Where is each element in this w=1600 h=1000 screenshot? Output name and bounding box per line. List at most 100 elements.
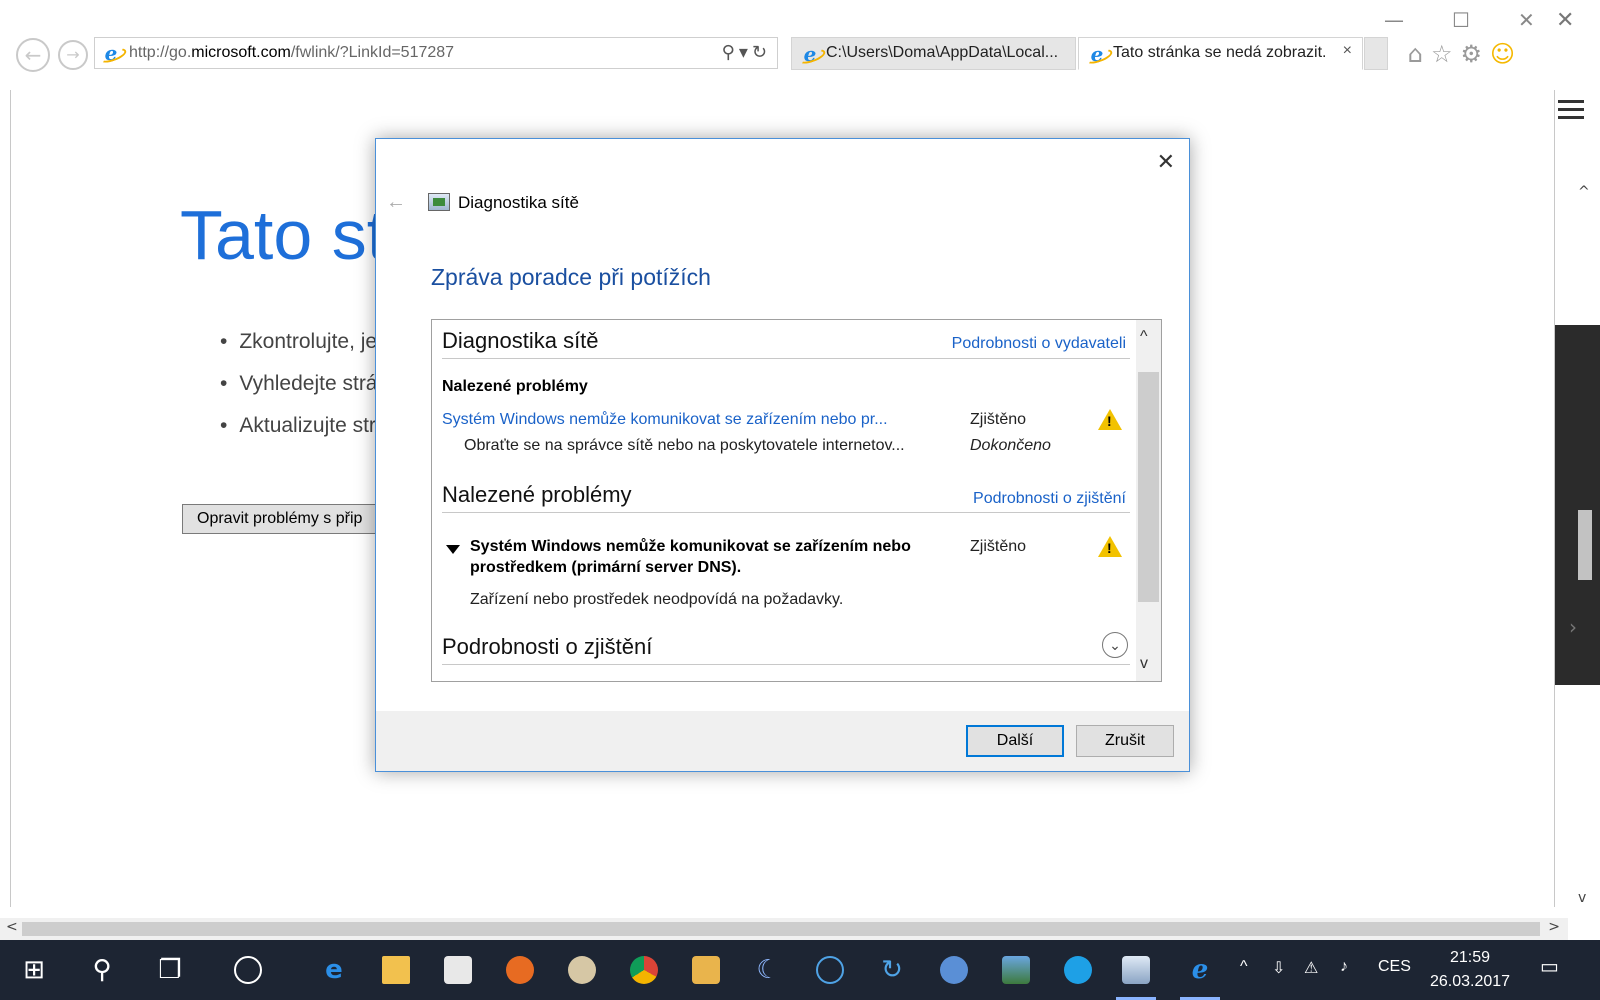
refresh-icon[interactable]: ↻: [752, 42, 771, 63]
network-warning-icon[interactable]: ⚠: [1304, 958, 1318, 978]
forward-icon[interactable]: →: [58, 40, 88, 70]
ie-tab-icon: e: [1087, 44, 1107, 64]
maximize-icon[interactable]: ☐: [1452, 8, 1470, 32]
network-diagnostics-dialog: ✕ ← Diagnostika sítě Zpráva poradce při …: [375, 138, 1190, 772]
search-icon[interactable]: ⚲: [82, 950, 122, 990]
scroll-thumb[interactable]: [1138, 372, 1159, 602]
download-icon[interactable]: ⇩: [1272, 958, 1285, 978]
issue-link[interactable]: Systém Windows nemůže komunikovat se zař…: [442, 411, 912, 429]
photos-icon[interactable]: [996, 950, 1036, 990]
scroll-up-icon[interactable]: ^: [1578, 184, 1590, 200]
search-icon[interactable]: ⚲: [722, 42, 739, 63]
taskbar: ⊞ ⚲ ❐ e ☾ ↻ e ^ ⇩ ⚠ ♪ CES 21:59 26.03.20…: [0, 940, 1600, 1000]
publisher-details-link[interactable]: Podrobnosti o vydavateli: [952, 335, 1126, 353]
paint-icon[interactable]: [562, 950, 602, 990]
suggestion-item: Vyhledejte strá: [220, 372, 377, 414]
issue-status: Zjištěno: [970, 538, 1027, 555]
expand-chevron-icon[interactable]: ⌄: [1102, 632, 1128, 658]
firefox-icon[interactable]: [500, 950, 540, 990]
issue-description: Zařízení nebo prostředek neodpovídá na p…: [470, 591, 844, 608]
scroll-up-icon[interactable]: ^: [1140, 328, 1148, 346]
section-divider: [442, 664, 1130, 665]
scroll-down-icon[interactable]: v: [1140, 655, 1148, 673]
ie-page-icon: e: [101, 43, 121, 63]
app-refresh-icon[interactable]: ↻: [872, 950, 912, 990]
suggestion-list: Zkontrolujte, je Vyhledejte strá Aktuali…: [220, 330, 377, 456]
mail-icon[interactable]: [686, 950, 726, 990]
gear-icon[interactable]: ⚙: [1460, 40, 1490, 68]
chrome-icon[interactable]: [624, 950, 664, 990]
page-title: Tato st: [180, 196, 387, 274]
ie-tab-icon: e: [800, 44, 820, 64]
issue-status: Zjištěno: [970, 411, 1027, 428]
clock-time: 21:59: [1449, 949, 1491, 966]
outer-close-icon[interactable]: ✕: [1556, 8, 1574, 33]
store-icon[interactable]: [438, 950, 478, 990]
warning-icon: !: [1098, 536, 1122, 557]
task-view-icon[interactable]: ❐: [150, 950, 190, 990]
store-tiles-icon[interactable]: [228, 950, 268, 990]
tray-chevron-icon[interactable]: ^: [1240, 958, 1248, 976]
windows-start-icon[interactable]: ⊞: [14, 950, 54, 990]
dialog-app-title: Diagnostika sítě: [458, 193, 579, 212]
section-title: Diagnostika sítě: [442, 328, 599, 353]
internet-explorer-icon[interactable]: e: [1180, 950, 1220, 1000]
troubleshooting-report: Diagnostika sítě Podrobnosti o vydavatel…: [431, 319, 1162, 682]
dialog-close-icon[interactable]: ✕: [1157, 149, 1175, 175]
dropdown-icon[interactable]: ▾: [739, 42, 752, 63]
detection-details-link[interactable]: Podrobnosti o zjištění: [973, 490, 1126, 508]
section-title: Nalezené problémy: [442, 482, 632, 507]
section-divider: [442, 512, 1130, 513]
tab-label: C:\Users\Doma\AppData\Local...: [826, 44, 1059, 61]
scroll-left-icon[interactable]: <: [6, 919, 18, 935]
address-tools[interactable]: ⚲▾↻: [722, 42, 771, 63]
page-horizontal-scrollbar[interactable]: < >: [0, 918, 1568, 940]
favorites-icon[interactable]: ☆: [1431, 40, 1461, 68]
tab-error-page[interactable]: e Tato stránka se nedá zobrazit. ×: [1078, 37, 1363, 70]
app-blue-icon[interactable]: [810, 950, 850, 990]
section-title: Podrobnosti o zjištění: [442, 634, 653, 659]
found-problems-subheading: Nalezené problémy: [442, 378, 588, 395]
tab-close-icon[interactable]: ×: [1343, 42, 1352, 60]
clock[interactable]: 21:59 26.03.2017: [1420, 946, 1520, 994]
cancel-button[interactable]: Zrušit: [1076, 725, 1174, 757]
page-vertical-scrollbar[interactable]: ^ v: [1568, 180, 1600, 910]
section-divider: [442, 358, 1130, 359]
resolution-text: Obraťte se na správce sítě nebo na posky…: [464, 437, 905, 454]
close-window-icon[interactable]: ✕: [1518, 8, 1535, 32]
dialog-heading: Zpráva poradce při potížích: [431, 264, 711, 290]
network-diagnostics-icon: [428, 193, 450, 211]
action-center-icon[interactable]: ▭: [1540, 954, 1559, 979]
scroll-thumb[interactable]: [22, 922, 1540, 936]
address-bar[interactable]: e http://go.microsoft.com/fwlink/?LinkId…: [94, 37, 778, 69]
collapse-caret-icon[interactable]: [446, 545, 460, 554]
next-button[interactable]: Další: [966, 725, 1064, 757]
edge-icon[interactable]: e: [314, 950, 354, 990]
toolbar-icons: ⌂☆⚙☺: [1408, 40, 1523, 68]
language-indicator[interactable]: CES: [1378, 958, 1411, 976]
network-diagnostics-taskbar-icon[interactable]: [1116, 950, 1156, 1000]
scroll-thumb[interactable]: [1578, 510, 1592, 580]
scroll-down-icon[interactable]: v: [1578, 890, 1586, 906]
report-scrollbar[interactable]: ^ v: [1136, 320, 1161, 681]
tab-local-file[interactable]: e C:\Users\Doma\AppData\Local...: [791, 37, 1076, 70]
tab-label: Tato stránka se nedá zobrazit.: [1113, 44, 1327, 61]
skype-icon[interactable]: [1058, 950, 1098, 990]
dialog-back-icon[interactable]: ←: [386, 191, 406, 214]
resolution-status: Dokončeno: [970, 437, 1051, 454]
volume-icon[interactable]: ♪: [1340, 958, 1348, 976]
home-icon[interactable]: ⌂: [1408, 40, 1431, 68]
new-tab-button[interactable]: [1364, 37, 1388, 70]
thunderbird-icon[interactable]: [934, 950, 974, 990]
browser-toolbar: ← → e http://go.microsoft.com/fwlink/?Li…: [10, 0, 1555, 90]
file-explorer-icon[interactable]: [376, 950, 416, 990]
back-icon[interactable]: ←: [16, 38, 50, 72]
issue-title: Systém Windows nemůže komunikovat se zař…: [470, 538, 911, 576]
scroll-right-icon[interactable]: >: [1548, 919, 1560, 935]
warning-icon: !: [1098, 409, 1122, 430]
moon-app-icon[interactable]: ☾: [748, 950, 788, 990]
minimize-icon[interactable]: —: [1384, 8, 1404, 32]
feedback-smiley-icon[interactable]: ☺: [1490, 40, 1523, 68]
clock-date: 26.03.2017: [1429, 973, 1511, 990]
menu-icon[interactable]: [1558, 100, 1584, 124]
